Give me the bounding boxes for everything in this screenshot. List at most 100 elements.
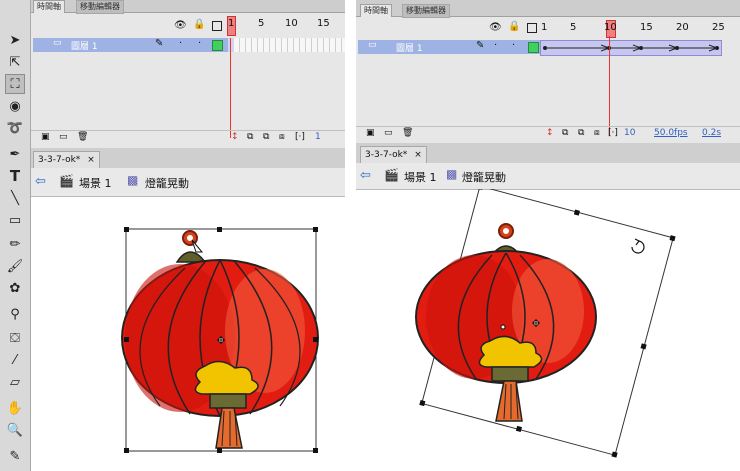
transform-handle[interactable] — [313, 227, 318, 232]
document-tab[interactable]: 3-3-7-ok* × — [360, 146, 427, 163]
rectangle-tool-icon[interactable]: ▭ — [5, 210, 25, 230]
eye-icon[interactable]: 👁 — [174, 20, 187, 31]
eraser-tool-icon[interactable]: ▱ — [5, 372, 25, 392]
transform-handle[interactable] — [217, 448, 222, 453]
center-point — [500, 324, 506, 330]
back-arrow-icon[interactable]: ⇦ — [360, 168, 371, 183]
transform-handle[interactable] — [669, 235, 676, 242]
transform-handle[interactable] — [124, 337, 129, 342]
new-folder-icon[interactable]: ▭ — [384, 128, 393, 138]
current-frame-value[interactable]: 10 — [624, 128, 635, 138]
transform-handle[interactable] — [124, 448, 129, 453]
close-icon[interactable]: × — [414, 150, 422, 160]
eye-icon[interactable]: 👁 — [489, 22, 502, 33]
layer-row[interactable]: ▭ 圖層 1 ✎ · · — [358, 40, 540, 54]
stage-right[interactable] — [356, 189, 740, 471]
transform-handle[interactable] — [217, 227, 222, 232]
tween-arrows — [543, 44, 719, 52]
layer-color-swatch[interactable] — [212, 40, 223, 51]
stage-left[interactable] — [30, 196, 345, 471]
subselection-tool-icon[interactable]: ⇱ — [5, 52, 25, 72]
tab-motion-editor[interactable]: 移動編輯器 — [402, 4, 450, 18]
center-frame-icon[interactable]: ↕ — [546, 128, 554, 138]
timeline-panel-left: 時間軸 移動編輯器 👁 🔒 1 5 10 15 ▭ 圖層 1 ✎ · · ▣ ▭… — [31, 0, 345, 148]
lock-dot[interactable]: · — [512, 40, 515, 51]
layer-color-swatch[interactable] — [528, 42, 539, 53]
lock-icon[interactable]: 🔒 — [193, 19, 205, 30]
document-tab[interactable]: 3-3-7-ok* × — [33, 151, 100, 168]
zoom-tool-icon[interactable]: 🔍 — [5, 420, 25, 440]
transform-handle[interactable] — [124, 227, 129, 232]
transform-handle[interactable] — [313, 337, 318, 342]
layer-icon: ▭ — [368, 40, 377, 50]
modify-markers-icon[interactable]: [·] — [295, 132, 305, 142]
hand-tool-icon[interactable]: ✋ — [5, 398, 25, 418]
edit-multiple-icon[interactable]: ⧈ — [594, 128, 600, 138]
frame-ruler[interactable]: 1 5 10 15 — [227, 16, 345, 36]
symbol-label[interactable]: 燈籠晃動 — [462, 169, 506, 185]
onion-skin-icon[interactable]: ⧉ — [247, 132, 253, 142]
delete-icon[interactable]: 🗑 — [77, 132, 88, 142]
elapsed-time-value[interactable]: 0.2s — [702, 128, 721, 138]
lantern-graphic[interactable] — [415, 223, 597, 422]
deco-tool-icon[interactable]: ✿ — [5, 278, 25, 298]
modify-markers-icon[interactable]: [·] — [608, 128, 618, 138]
onion-outline-icon[interactable]: ⧉ — [578, 128, 584, 138]
delete-icon[interactable]: 🗑 — [402, 128, 413, 138]
transform-handle[interactable] — [611, 451, 618, 458]
onion-outline-icon[interactable]: ⧉ — [263, 132, 269, 142]
frame-number: 15 — [317, 18, 330, 29]
lasso-tool-icon[interactable]: ➰ — [5, 118, 25, 138]
fps-value[interactable]: 50.0fps — [654, 128, 688, 138]
edit-multiple-icon[interactable]: ⧈ — [279, 132, 285, 142]
free-transform-tool-icon[interactable]: ⛶ — [5, 74, 25, 94]
text-tool-icon[interactable]: T — [5, 166, 25, 186]
tab-motion-editor[interactable]: 移動編輯器 — [76, 0, 124, 14]
panel-tabbar: 時間軸 移動編輯器 — [31, 0, 345, 14]
transform-handle[interactable] — [573, 209, 580, 216]
keyframe[interactable] — [228, 38, 234, 52]
tab-timeline[interactable]: 時間軸 — [360, 4, 392, 17]
new-folder-icon[interactable]: ▭ — [59, 132, 68, 142]
close-icon[interactable]: × — [87, 155, 95, 165]
frame-cells[interactable] — [228, 38, 345, 52]
scene-label[interactable]: 場景 1 — [404, 169, 437, 185]
pen-tool-icon[interactable]: ✒ — [5, 144, 25, 164]
lock-icon[interactable]: 🔒 — [508, 21, 520, 32]
scene-label[interactable]: 場景 1 — [79, 175, 112, 191]
new-layer-icon[interactable]: ▣ — [41, 132, 50, 142]
paint-bucket-tool-icon[interactable]: ⛋ — [5, 328, 25, 348]
visibility-dot[interactable]: · — [494, 40, 497, 51]
new-layer-icon[interactable]: ▣ — [366, 128, 375, 138]
bone-tool-icon[interactable]: ⚲ — [5, 304, 25, 324]
selection-tool-icon[interactable]: ➤ — [5, 30, 25, 50]
transform-handle[interactable] — [419, 400, 426, 407]
stroke-color-icon[interactable]: ✎ — [5, 446, 25, 466]
outline-icon[interactable] — [212, 21, 222, 31]
brush-tool-icon[interactable]: 🖌 — [5, 256, 25, 276]
outline-icon[interactable] — [527, 23, 537, 33]
current-frame-value[interactable]: 1 — [315, 132, 321, 142]
frame-number: 20 — [676, 22, 689, 33]
transform-handle[interactable] — [640, 343, 647, 350]
symbol-label[interactable]: 燈籠晃動 — [145, 175, 189, 191]
3d-rotation-tool-icon[interactable]: ◉ — [5, 96, 25, 116]
transform-handle[interactable] — [477, 189, 484, 190]
playhead-line — [609, 36, 610, 136]
transform-handle[interactable] — [313, 448, 318, 453]
tween-span[interactable] — [540, 40, 722, 56]
layer-name[interactable]: 圖層 1 — [396, 41, 423, 54]
visibility-dot[interactable]: · — [179, 38, 182, 49]
onion-skin-icon[interactable]: ⧉ — [562, 128, 568, 138]
layer-name[interactable]: 圖層 1 — [71, 39, 98, 52]
frame-ruler[interactable]: 1 5 10 15 20 25 — [540, 20, 736, 38]
line-tool-icon[interactable]: ╲ — [5, 188, 25, 208]
pencil-tool-icon[interactable]: ✏ — [5, 234, 25, 254]
transform-handle[interactable] — [515, 425, 523, 433]
lock-dot[interactable]: · — [198, 38, 201, 49]
center-frame-icon[interactable]: ↕ — [231, 132, 239, 142]
tab-timeline[interactable]: 時間軸 — [33, 0, 65, 13]
eyedropper-tool-icon[interactable]: ⁄ — [5, 350, 25, 370]
layer-row[interactable]: ▭ 圖層 1 ✎ · · — [33, 38, 228, 52]
back-arrow-icon[interactable]: ⇦ — [35, 174, 46, 189]
